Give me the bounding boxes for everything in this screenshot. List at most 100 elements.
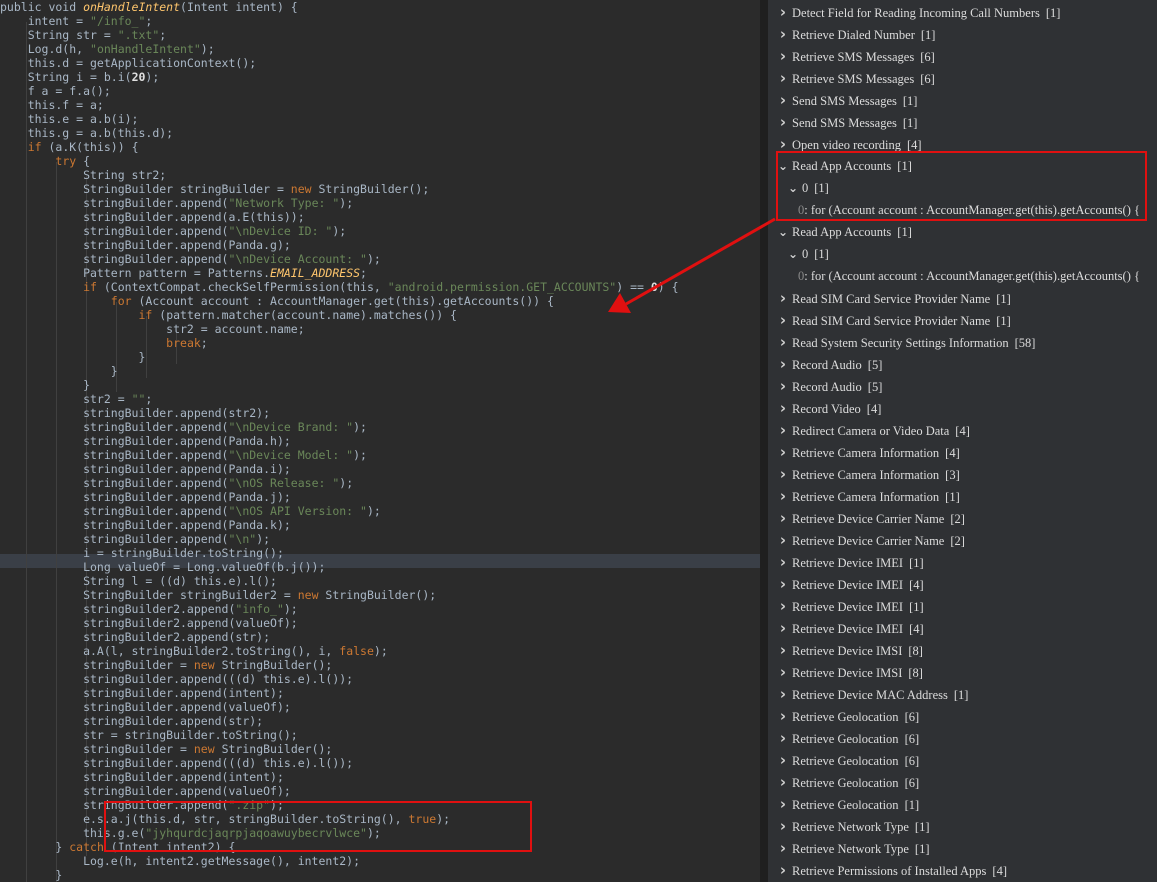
tree-node[interactable]: › Retrieve Device Carrier Name [2]	[768, 529, 1157, 551]
tree-node[interactable]: › Record Video [4]	[768, 397, 1157, 419]
tree-node[interactable]: › Retrieve Camera Information [3]	[768, 463, 1157, 485]
chevron-right-icon[interactable]: ›	[776, 485, 790, 507]
chevron-right-icon[interactable]: ›	[776, 1, 790, 23]
tree-leaf[interactable]: 0: for (Account account : AccountManager…	[768, 265, 1157, 287]
tree-node[interactable]: › Retrieve Geolocation [6]	[768, 771, 1157, 793]
code-token: this.f = a;	[0, 98, 104, 112]
code-line: }	[0, 868, 679, 882]
chevron-right-icon[interactable]: ›	[776, 617, 790, 639]
chevron-right-icon[interactable]: ›	[776, 529, 790, 551]
tree-node[interactable]: › Retrieve Geolocation [6]	[768, 705, 1157, 727]
chevron-right-icon[interactable]: ›	[776, 89, 790, 111]
chevron-right-icon[interactable]: ›	[776, 837, 790, 859]
tree-node[interactable]: ⌄ Read App Accounts [1]	[768, 221, 1157, 243]
code-token: (Intent intent) {	[180, 0, 298, 14]
tree-node[interactable]: › Retrieve Network Type [1]	[768, 815, 1157, 837]
chevron-right-icon[interactable]: ›	[776, 397, 790, 419]
chevron-right-icon[interactable]: ›	[776, 45, 790, 67]
code-token: stringBuilder.append(valueOf);	[0, 700, 291, 714]
chevron-right-icon[interactable]: ›	[776, 375, 790, 397]
code-token: if	[138, 308, 153, 322]
tree-node[interactable]: › Retrieve SMS Messages [6]	[768, 67, 1157, 89]
tree-highlight-box	[776, 151, 1147, 221]
tree-node[interactable]: › Record Audio [5]	[768, 375, 1157, 397]
tree-node[interactable]: › Retrieve Permissions of Installed Apps […	[768, 859, 1157, 881]
code-token: "\nDevice Model: "	[228, 448, 354, 462]
chevron-right-icon[interactable]: ›	[776, 705, 790, 727]
tree-node[interactable]: › Retrieve Device MAC Address [1]	[768, 683, 1157, 705]
chevron-right-icon[interactable]: ›	[776, 793, 790, 815]
chevron-right-icon[interactable]: ›	[776, 727, 790, 749]
chevron-right-icon[interactable]: ›	[776, 683, 790, 705]
code-token: new	[297, 588, 319, 602]
chevron-right-icon[interactable]: ›	[776, 419, 790, 441]
code-line: for (Account account : AccountManager.ge…	[0, 294, 679, 308]
chevron-right-icon[interactable]: ›	[776, 661, 790, 683]
tree-node[interactable]: › Retrieve Geolocation [6]	[768, 749, 1157, 771]
tree-node[interactable]: › Retrieve Camera Information [4]	[768, 441, 1157, 463]
tree-node[interactable]: › Retrieve Device IMEI [1]	[768, 551, 1157, 573]
chevron-right-icon[interactable]: ›	[776, 595, 790, 617]
code-token: stringBuilder.append(Panda.g);	[0, 238, 291, 252]
code-token: ) ==	[616, 280, 651, 294]
tree-node[interactable]: › Send SMS Messages [1]	[768, 89, 1157, 111]
chevron-right-icon[interactable]: ›	[776, 331, 790, 353]
tree-node[interactable]: › Read SIM Card Service Provider Name [1]	[768, 309, 1157, 331]
chevron-right-icon[interactable]: ›	[776, 771, 790, 793]
tree-node[interactable]: › Read System Security Settings Informati…	[768, 331, 1157, 353]
tree-node[interactable]: › Redirect Camera or Video Data [4]	[768, 419, 1157, 441]
tree-node[interactable]: › Record Audio [5]	[768, 353, 1157, 375]
chevron-down-icon[interactable]: ⌄	[786, 243, 800, 265]
tree-node[interactable]: › Retrieve Device IMEI [1]	[768, 595, 1157, 617]
chevron-right-icon[interactable]: ›	[776, 639, 790, 661]
chevron-down-icon[interactable]: ⌄	[776, 221, 790, 243]
tree-node[interactable]: › Retrieve Device Carrier Name [2]	[768, 507, 1157, 529]
tree-node-label: Retrieve Device Carrier Name	[792, 534, 945, 548]
chevron-right-icon[interactable]: ›	[776, 111, 790, 133]
chevron-right-icon[interactable]: ›	[776, 23, 790, 45]
tree-node[interactable]: › Retrieve Camera Information [1]	[768, 485, 1157, 507]
code-token: }	[0, 840, 70, 854]
tree-node[interactable]: ⌄ 0 [1]	[768, 243, 1157, 265]
code-line: Log.d(h, "onHandleIntent");	[0, 42, 679, 56]
tree-node[interactable]: › Read SIM Card Service Provider Name [1]	[768, 287, 1157, 309]
code-token: new	[193, 742, 215, 756]
tree-node[interactable]: › Retrieve Device IMSI [8]	[768, 639, 1157, 661]
tree-node[interactable]: › Retrieve Network Type [1]	[768, 837, 1157, 859]
tree-node-count: [8]	[908, 666, 923, 680]
chevron-right-icon[interactable]: ›	[776, 815, 790, 837]
chevron-right-icon[interactable]: ›	[776, 441, 790, 463]
panel-divider[interactable]	[760, 0, 768, 882]
code-editor[interactable]: public void onHandleIntent(Intent intent…	[0, 0, 760, 882]
chevron-right-icon[interactable]: ›	[776, 859, 790, 881]
code-token: }	[0, 350, 146, 364]
code-token: str2 =	[0, 392, 132, 406]
chevron-right-icon[interactable]: ›	[776, 551, 790, 573]
tree-node[interactable]: › Retrieve Geolocation [1]	[768, 793, 1157, 815]
tree-node[interactable]: › Retrieve SMS Messages [6]	[768, 45, 1157, 67]
tree-node-label: Read System Security Settings Informatio…	[792, 336, 1009, 350]
tree-node-count: [6]	[920, 72, 935, 86]
tree-node-count: [4]	[909, 622, 924, 636]
tree-node[interactable]: › Retrieve Geolocation [6]	[768, 727, 1157, 749]
code-token: ;	[159, 28, 167, 42]
chevron-right-icon[interactable]: ›	[776, 573, 790, 595]
tree-node-label: Retrieve SMS Messages	[792, 50, 915, 64]
chevron-right-icon[interactable]: ›	[776, 463, 790, 485]
tree-node[interactable]: › Retrieve Device IMEI [4]	[768, 573, 1157, 595]
chevron-right-icon[interactable]: ›	[776, 749, 790, 771]
chevron-right-icon[interactable]: ›	[776, 287, 790, 309]
code-token: }	[0, 868, 63, 882]
chevron-right-icon[interactable]: ›	[776, 309, 790, 331]
tree-node[interactable]: › Retrieve Dialed Number [1]	[768, 23, 1157, 45]
behavior-tree-panel[interactable]: › Detect Field for Reading Incoming Call …	[768, 0, 1157, 882]
chevron-right-icon[interactable]: ›	[776, 67, 790, 89]
tree-node[interactable]: › Detect Field for Reading Incoming Call …	[768, 1, 1157, 23]
tree-node[interactable]: › Retrieve Device IMEI [4]	[768, 617, 1157, 639]
tree-node[interactable]: › Send SMS Messages [1]	[768, 111, 1157, 133]
chevron-right-icon[interactable]: ›	[776, 353, 790, 375]
chevron-right-icon[interactable]: ›	[776, 507, 790, 529]
tree-node[interactable]: › Retrieve Device IMSI [8]	[768, 661, 1157, 683]
code-token: onHandleIntent	[83, 0, 181, 14]
